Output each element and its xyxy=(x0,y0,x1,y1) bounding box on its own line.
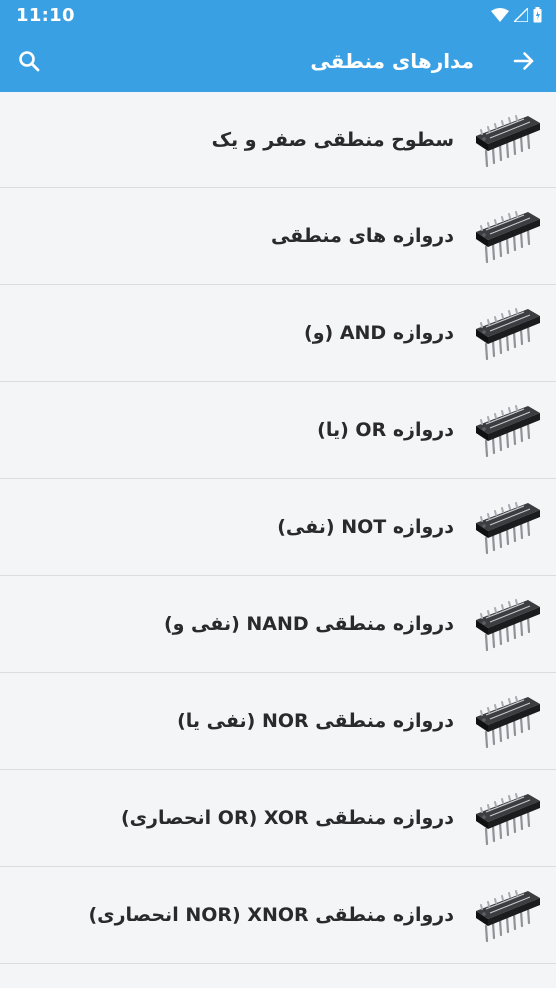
list-item[interactable]: دروازه NOT (نفی) xyxy=(0,479,556,576)
list-item[interactable]: سطوح منطقی صفر و یک xyxy=(0,92,556,188)
list-item[interactable]: دروازه منطقی NOR (نفی یا) xyxy=(0,673,556,770)
ic-chip-icon xyxy=(474,404,542,458)
ic-chip-icon xyxy=(474,307,542,361)
back-button[interactable] xyxy=(510,47,538,75)
page-title: مدارهای منطقی xyxy=(310,49,474,73)
list-item-label: دروازه منطقی XNOR (NOR انحصاری) xyxy=(88,904,454,926)
search-icon xyxy=(19,51,40,72)
list-item[interactable]: دروازه منطقی NAND (نفی و) xyxy=(0,576,556,673)
status-icons xyxy=(491,7,542,23)
list-item-label: دروازه OR (یا) xyxy=(317,419,454,441)
list-item[interactable]: دروازه منطقی XNOR (NOR انحصاری) xyxy=(0,867,556,964)
ic-chip-icon xyxy=(474,210,542,264)
list-item-label: دروازه منطقی NOR (نفی یا) xyxy=(177,710,454,732)
list-item-label: دروازه AND (و) xyxy=(304,322,454,344)
list-item-label: دروازه منطقی XOR (OR انحصاری) xyxy=(120,807,454,829)
list-item[interactable]: دروازه های منطقی xyxy=(0,188,556,285)
app-bar: مدارهای منطقی xyxy=(0,30,556,92)
list-item-label: دروازه NOT (نفی) xyxy=(277,516,454,538)
status-bar: 11:10 xyxy=(0,0,556,30)
list-item[interactable]: دروازه AND (و) xyxy=(0,285,556,382)
search-button[interactable] xyxy=(16,48,42,74)
signal-icon xyxy=(514,8,528,22)
topic-list: سطوح منطقی صفر و یک دروازه های منطقی درو… xyxy=(0,92,556,964)
ic-chip-icon xyxy=(474,114,542,167)
list-item[interactable]: دروازه منطقی XOR (OR انحصاری) xyxy=(0,770,556,867)
status-time: 11:10 xyxy=(16,4,75,26)
list-item-label: دروازه منطقی NAND (نفی و) xyxy=(163,613,454,635)
list-item[interactable]: دروازه OR (یا) xyxy=(0,382,556,479)
wifi-icon xyxy=(491,8,509,22)
ic-chip-icon xyxy=(474,889,542,943)
ic-chip-icon xyxy=(474,501,542,555)
ic-chip-icon xyxy=(474,598,542,652)
arrow-right-icon xyxy=(513,52,534,70)
list-item-label: دروازه های منطقی xyxy=(270,225,454,247)
list-item-label: سطوح منطقی صفر و یک xyxy=(211,128,454,151)
ic-chip-icon xyxy=(474,695,542,749)
ic-chip-icon xyxy=(474,792,542,846)
battery-icon xyxy=(533,7,542,23)
